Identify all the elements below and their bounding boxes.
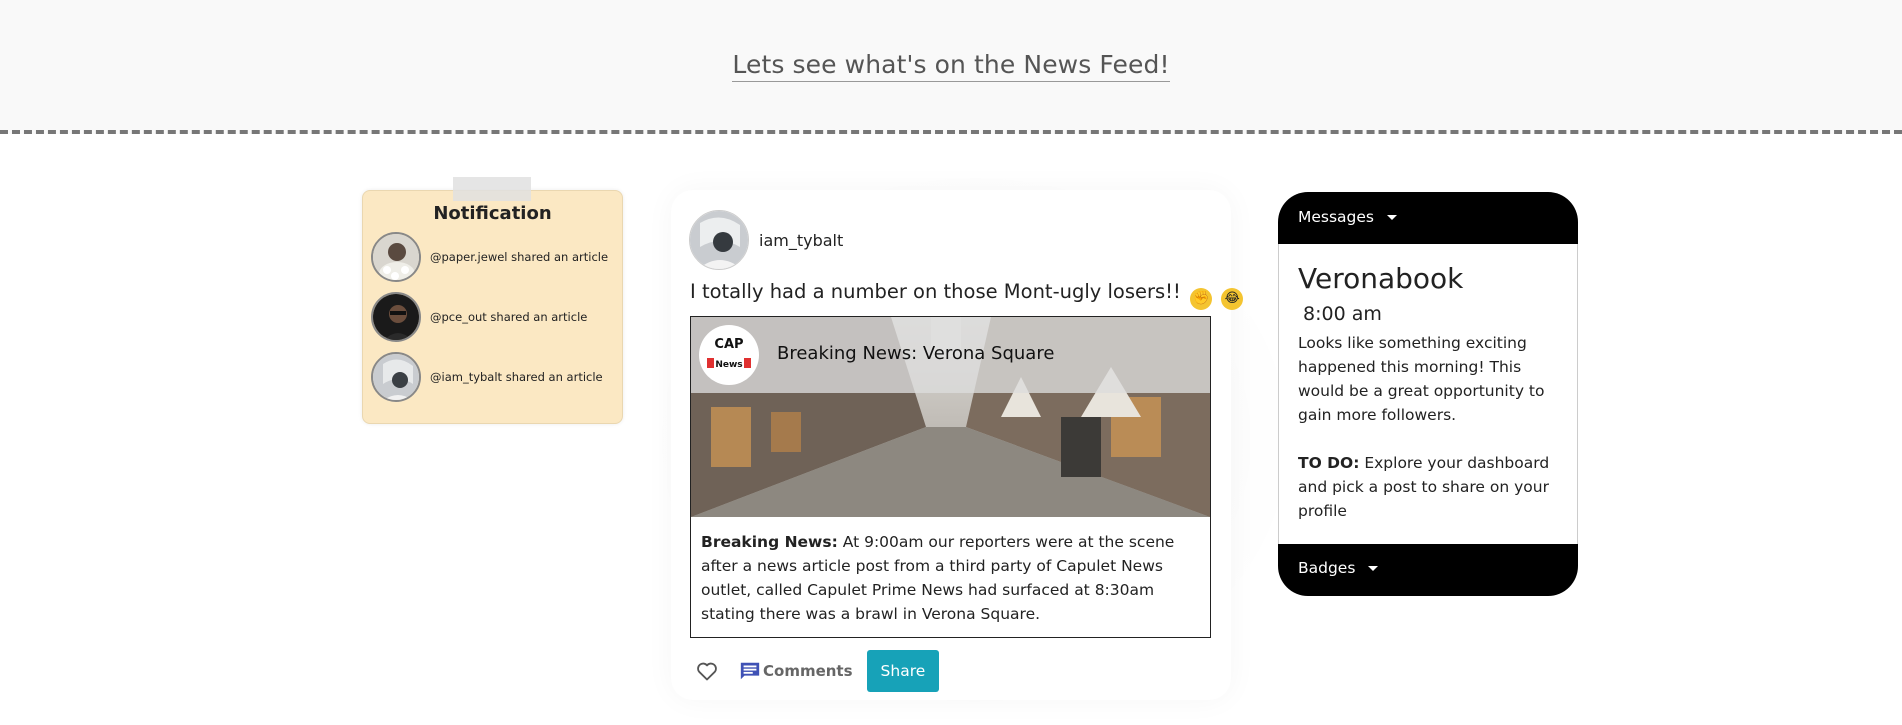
caret-down-icon xyxy=(1368,566,1379,571)
avatar xyxy=(689,210,749,270)
dashed-divider xyxy=(0,130,1902,134)
post-card: iam_tybalt I totally had a number on tho… xyxy=(671,190,1244,700)
messages-dropdown[interactable]: Messages xyxy=(1278,192,1578,244)
comments-button[interactable]: Comments xyxy=(739,660,853,682)
shared-article[interactable]: CAP News Breaking News: Verona Square Br… xyxy=(690,316,1211,638)
post-username: iam_tybalt xyxy=(759,230,844,250)
notification-item[interactable]: @iam_tybalt shared an article xyxy=(371,351,603,403)
article-title: Breaking News: Verona Square xyxy=(777,343,1055,364)
notification-text: @paper.jewel shared an article xyxy=(430,250,609,264)
notification-title: Notification xyxy=(433,203,552,224)
post-caption: I totally had a number on those Mont-ugl… xyxy=(690,280,1244,310)
todo-label: TO DO: xyxy=(1298,454,1360,472)
avatar xyxy=(371,232,421,282)
caret-down-icon xyxy=(1386,215,1397,220)
todo-text: TO DO: Explore your dashboard and pick a… xyxy=(1298,451,1558,523)
cap-news-logo: CAP News xyxy=(699,325,759,385)
post-actions: Comments Share xyxy=(695,649,940,693)
post-author[interactable]: iam_tybalt xyxy=(689,210,843,270)
badges-label: Badges xyxy=(1298,559,1356,577)
notification-text: @iam_tybalt shared an article xyxy=(430,370,603,384)
notification-item[interactable]: @paper.jewel shared an article xyxy=(371,231,608,283)
tape-decoration xyxy=(453,177,531,201)
laughing-emoji-icon: 😂 xyxy=(1221,288,1244,310)
article-body-label: Breaking News: xyxy=(701,533,838,551)
notification-text: @pce_out shared an article xyxy=(430,310,588,324)
fist-emoji-icon: ✊ xyxy=(1190,288,1213,310)
page-title: Lets see what's on the News Feed! xyxy=(0,50,1902,82)
logo-text-top: CAP xyxy=(714,337,744,352)
article-body: Breaking News: At 9:00am our reporters w… xyxy=(701,530,1201,626)
notification-card: Notification @paper.jewel shared an arti… xyxy=(362,177,623,424)
heart-icon[interactable] xyxy=(695,659,719,683)
notification-item[interactable]: @pce_out shared an article xyxy=(371,291,587,343)
messages-card: Messages Veronabook 8:00 am Looks like s… xyxy=(1278,192,1578,596)
comment-icon xyxy=(740,662,760,680)
page-title-text: Lets see what's on the News Feed! xyxy=(732,50,1170,82)
messages-body: Veronabook 8:00 am Looks like something … xyxy=(1278,244,1578,544)
messages-label: Messages xyxy=(1298,208,1375,226)
badges-dropdown[interactable]: Badges xyxy=(1278,544,1578,596)
avatar xyxy=(371,292,421,342)
avatar xyxy=(371,352,421,402)
post-caption-text: I totally had a number on those Mont-ugl… xyxy=(690,280,1181,303)
logo-text-bottom: News xyxy=(715,360,743,370)
comments-label: Comments xyxy=(763,662,853,680)
message-description: Looks like something exciting happened t… xyxy=(1298,334,1545,424)
share-button[interactable]: Share xyxy=(866,650,940,692)
brand-title: Veronabook xyxy=(1298,262,1464,295)
message-time: 8:00 am xyxy=(1303,303,1382,325)
